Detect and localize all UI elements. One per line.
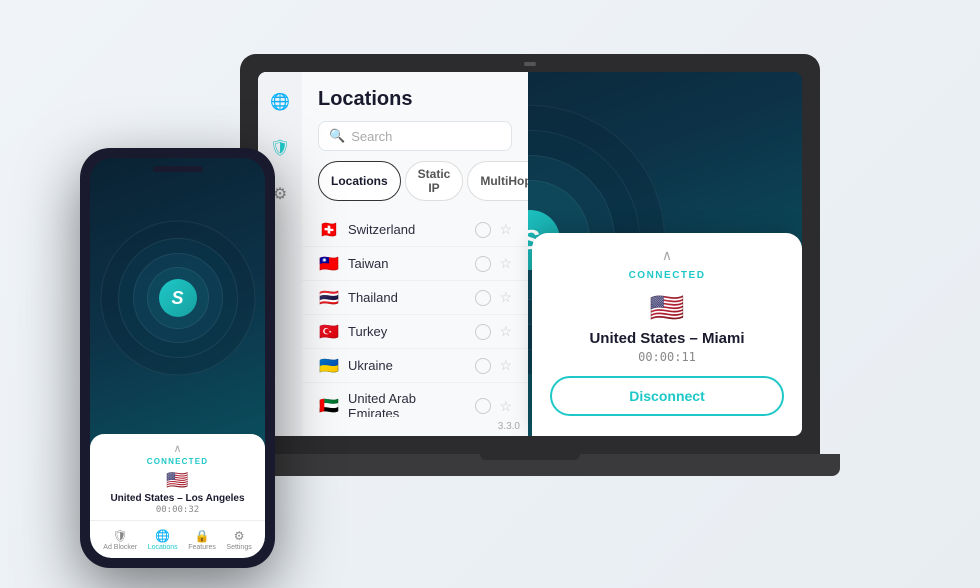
search-icon: 🔍 xyxy=(329,128,345,144)
location-flag: 🇺🇦 xyxy=(318,358,340,374)
phone-nav-features[interactable]: 🔒 Features xyxy=(188,529,216,551)
connect-icon[interactable] xyxy=(475,290,491,306)
location-item[interactable]: 🇨🇭 Switzerland ☆ xyxy=(302,213,528,247)
connected-timer: 00:00:11 xyxy=(550,350,784,364)
laptop-screen: S 🌐 🛡 ⚙ Locations 🔍 Search xyxy=(258,72,802,436)
laptop-camera xyxy=(524,62,536,66)
location-item[interactable]: 🇹🇭 Thailand ☆ xyxy=(302,281,528,315)
location-item[interactable]: 🇺🇦 Ukraine ☆ xyxy=(302,349,528,383)
connect-icon[interactable] xyxy=(475,324,491,340)
location-name: Switzerland xyxy=(348,222,467,237)
tab-multihop[interactable]: MultiHop xyxy=(467,161,528,201)
phone-location: United States – Los Angeles xyxy=(102,493,253,504)
location-item[interactable]: 🇹🇼 Taiwan ☆ xyxy=(302,247,528,281)
location-flag: 🇹🇼 xyxy=(318,256,340,272)
location-actions: ☆ xyxy=(475,323,512,340)
star-icon[interactable]: ☆ xyxy=(499,255,512,272)
laptop: S 🌐 🛡 ⚙ Locations 🔍 Search xyxy=(240,54,820,534)
phone-connected-status: CONNECTED xyxy=(102,457,253,466)
panel-title: Locations xyxy=(318,88,512,111)
phone-surfshark-logo: S xyxy=(159,279,197,317)
phone-nav-settings-label: Settings xyxy=(226,544,251,551)
star-icon[interactable]: ☆ xyxy=(499,357,512,374)
star-icon[interactable]: ☆ xyxy=(499,289,512,306)
phone-timer: 00:00:32 xyxy=(102,505,253,515)
tab-row: Locations Static IP MultiHop xyxy=(318,161,512,201)
location-actions: ☆ xyxy=(475,289,512,306)
tab-locations[interactable]: Locations xyxy=(318,161,401,201)
phone-flag: 🇺🇸 xyxy=(102,470,253,491)
phone-notch xyxy=(153,166,203,172)
location-name: Ukraine xyxy=(348,358,467,373)
location-flag: 🇨🇭 xyxy=(318,222,340,238)
location-actions: ☆ xyxy=(475,255,512,272)
panel-header: Locations 🔍 Search Locations Static IP M… xyxy=(302,72,528,213)
phone-nav-settings[interactable]: ⚙ Settings xyxy=(226,529,251,551)
connect-icon[interactable] xyxy=(475,256,491,272)
location-actions: ☆ xyxy=(475,357,512,374)
location-item[interactable]: 🇹🇷 Turkey ☆ xyxy=(302,315,528,349)
version-tag: 3.3.0 xyxy=(302,417,528,436)
location-item[interactable]: 🇦🇪 United Arab Emirates ☆ xyxy=(302,383,528,417)
laptop-body: S 🌐 🛡 ⚙ Locations 🔍 Search xyxy=(240,54,820,454)
phone-screen: S ∧ CONNECTED 🇺🇸 United States – Los Ang… xyxy=(90,158,265,558)
location-flag: 🇦🇪 xyxy=(318,398,340,414)
connected-status: CONNECTED xyxy=(550,270,784,281)
sidebar-icon-globe[interactable]: 🌐 xyxy=(266,88,294,116)
phone: S ∧ CONNECTED 🇺🇸 United States – Los Ang… xyxy=(80,148,275,568)
disconnect-button[interactable]: Disconnect xyxy=(550,376,784,416)
location-name: Thailand xyxy=(348,290,467,305)
star-icon[interactable]: ☆ xyxy=(499,323,512,340)
connected-location: United States – Miami xyxy=(550,330,784,347)
phone-nav-features-label: Features xyxy=(188,544,216,551)
search-placeholder: Search xyxy=(351,129,392,144)
location-flag: 🇹🇭 xyxy=(318,290,340,306)
phone-nav-locations-label: Locations xyxy=(148,544,178,551)
phone-nav-locations-icon: 🌐 xyxy=(155,529,170,543)
location-actions: ☆ xyxy=(475,221,512,238)
phone-nav-settings-icon: ⚙ xyxy=(234,529,245,543)
phone-nav-features-icon: 🔒 xyxy=(195,529,210,543)
phone-chevron-icon: ∧ xyxy=(102,442,253,455)
connected-flag: 🇺🇸 xyxy=(550,291,784,324)
connect-icon[interactable] xyxy=(475,358,491,374)
location-list: 🇨🇭 Switzerland ☆ 🇹🇼 Taiwan ☆ 🇹🇭 Thailand… xyxy=(302,213,528,417)
phone-nav-adblocker-label: Ad Blocker xyxy=(103,544,137,551)
locations-panel: 🌐 🛡 ⚙ Locations 🔍 Search Locations xyxy=(258,72,528,436)
phone-nav-locations[interactable]: 🌐 Locations xyxy=(148,529,178,551)
chevron-up-icon: ∧ xyxy=(550,247,784,264)
connect-icon[interactable] xyxy=(475,398,491,414)
phone-nav-adblocker-icon: 🛡 xyxy=(113,529,128,543)
star-icon[interactable]: ☆ xyxy=(499,221,512,238)
tab-static-ip[interactable]: Static IP xyxy=(405,161,464,201)
laptop-base xyxy=(220,454,840,476)
location-flag: 🇹🇷 xyxy=(318,324,340,340)
connect-icon[interactable] xyxy=(475,222,491,238)
star-icon[interactable]: ☆ xyxy=(499,398,512,415)
phone-bottom-nav: 🛡 Ad Blocker 🌐 Locations 🔒 Features ⚙ Se… xyxy=(90,520,265,558)
location-name: Turkey xyxy=(348,324,467,339)
laptop-connected-card: ∧ CONNECTED 🇺🇸 United States – Miami 00:… xyxy=(532,233,802,436)
search-bar[interactable]: 🔍 Search xyxy=(318,121,512,151)
phone-nav-adblocker[interactable]: 🛡 Ad Blocker xyxy=(103,529,137,551)
phone-connected-card: ∧ CONNECTED 🇺🇸 United States – Los Angel… xyxy=(90,434,265,558)
phone-body: S ∧ CONNECTED 🇺🇸 United States – Los Ang… xyxy=(80,148,275,568)
location-actions: ☆ xyxy=(475,398,512,415)
location-name: Taiwan xyxy=(348,256,467,271)
phone-bg-circles: S xyxy=(98,218,258,378)
location-name: United Arab Emirates xyxy=(348,391,467,417)
